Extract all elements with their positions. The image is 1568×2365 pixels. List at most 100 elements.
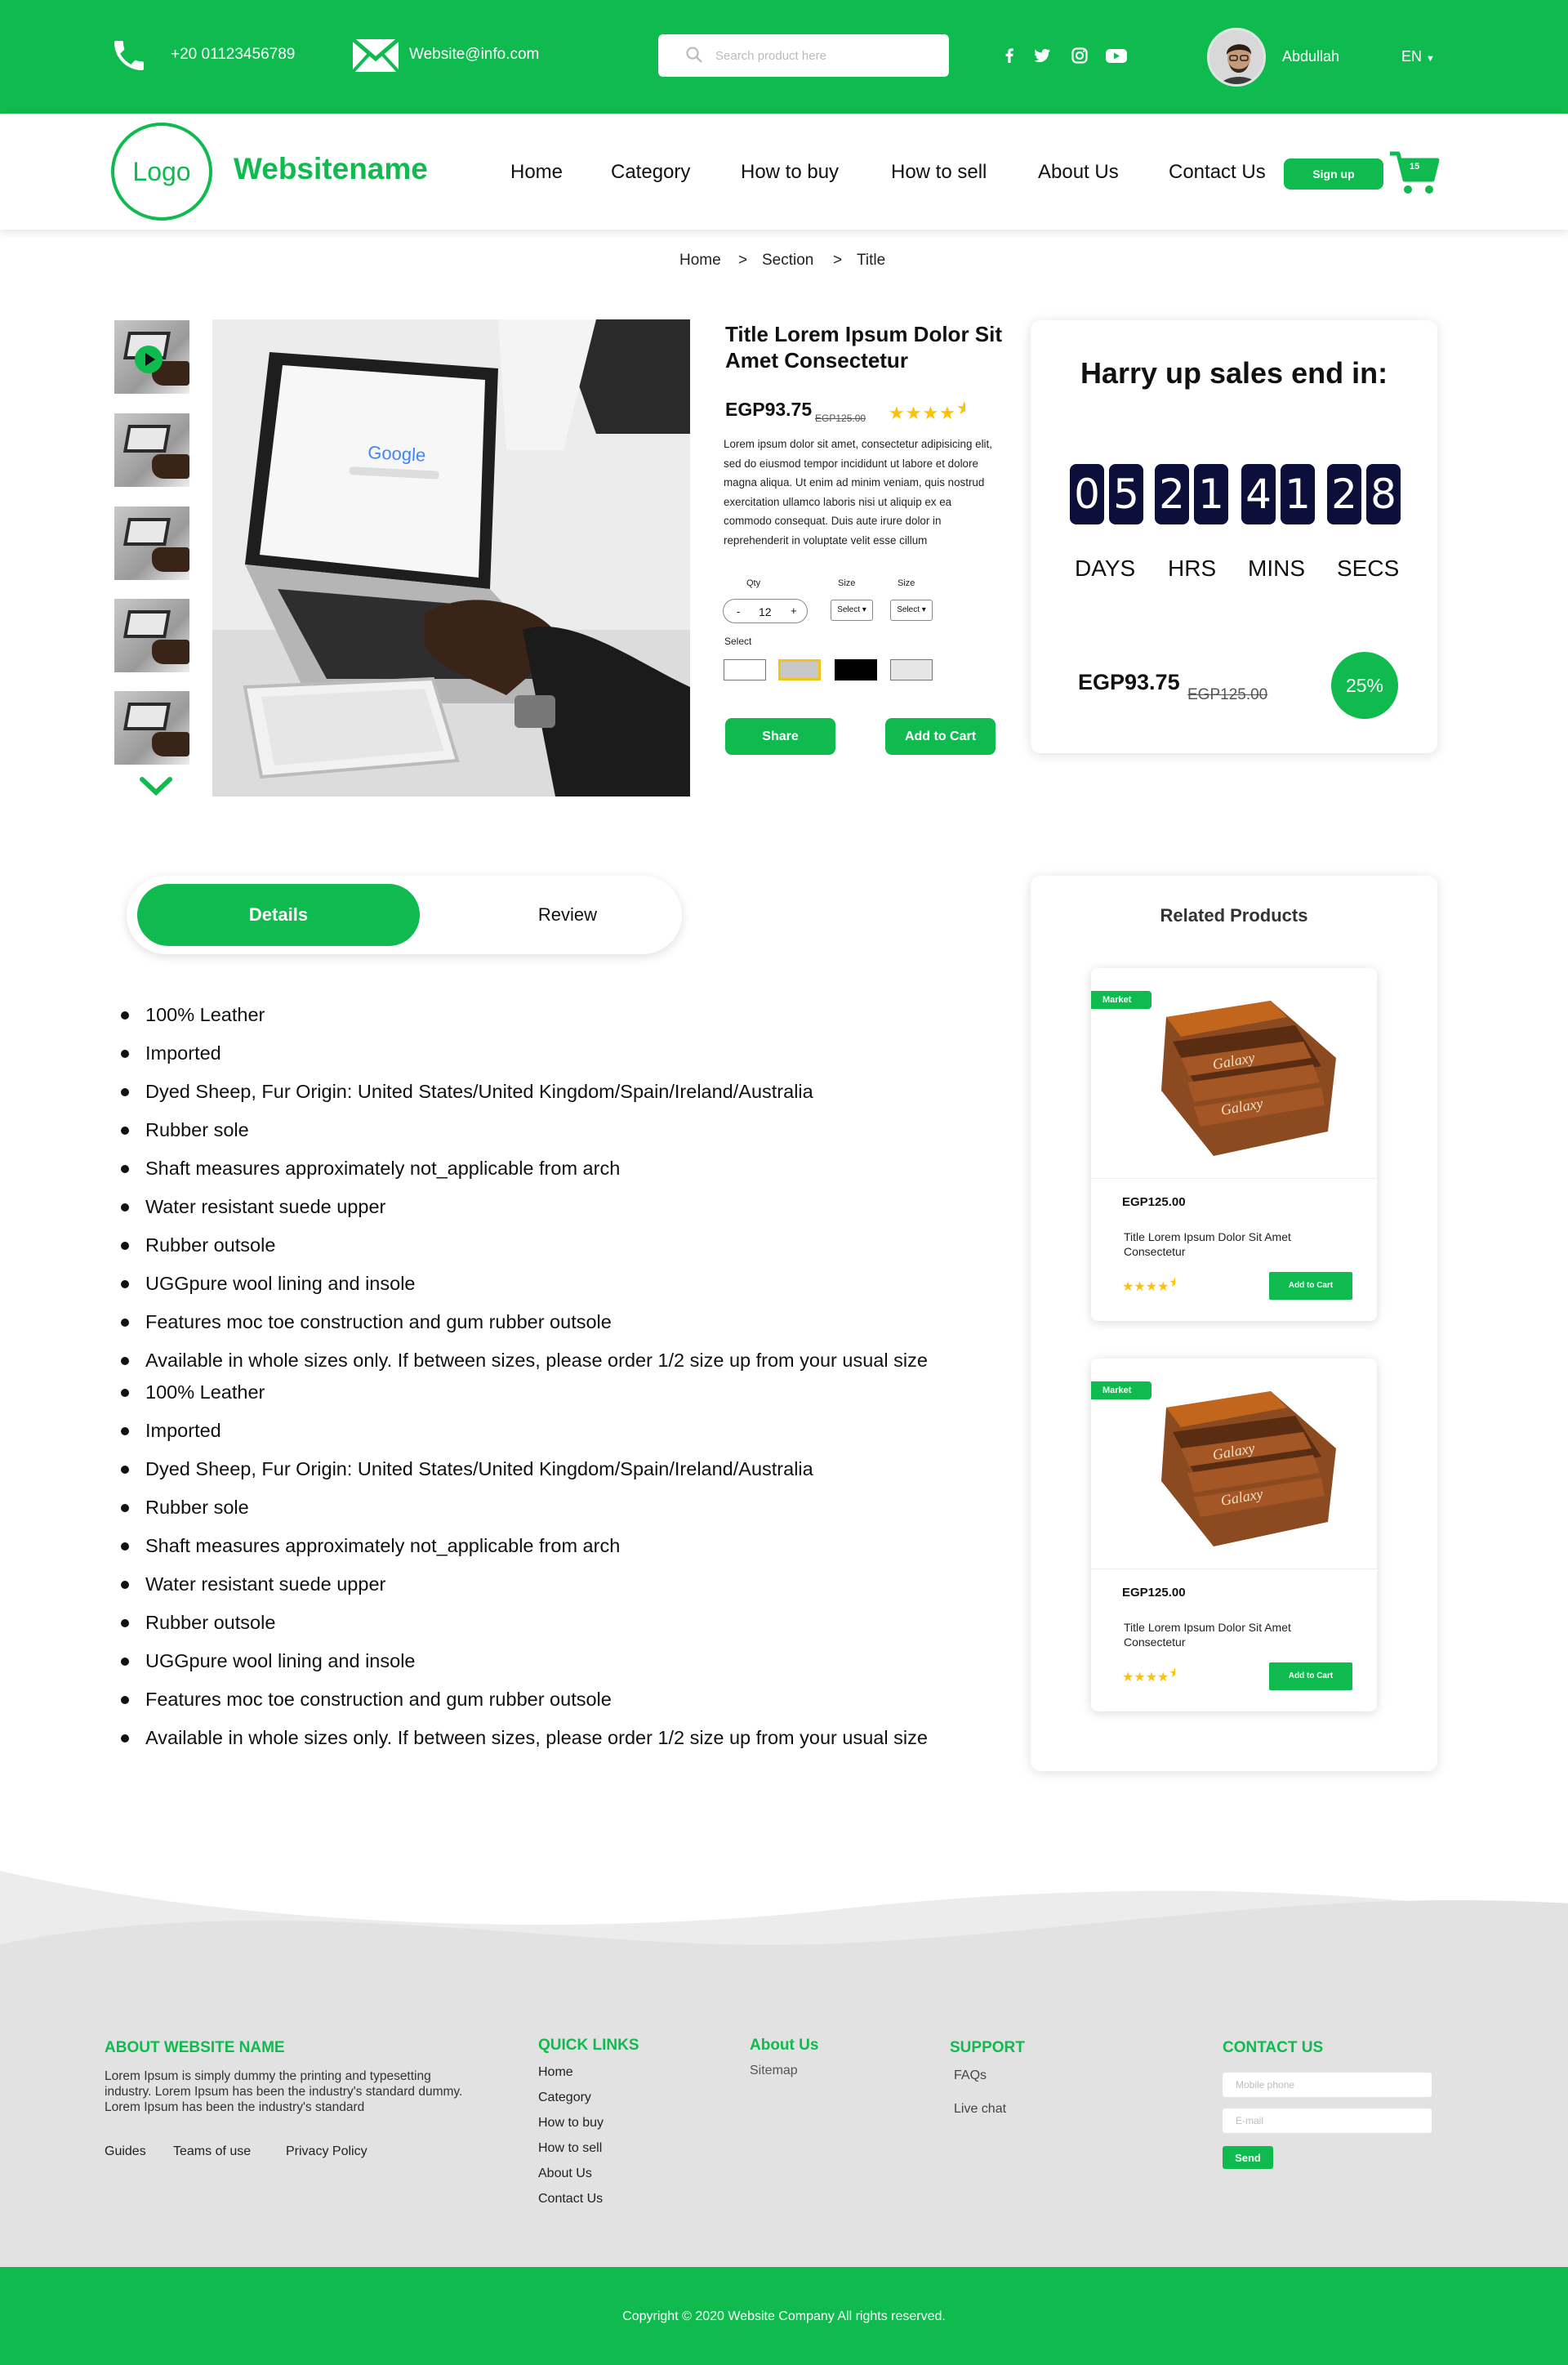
bullet-icon <box>121 1619 129 1627</box>
share-button[interactable]: Share <box>725 718 835 755</box>
top-bar: +20 01123456789 Website@info.com Search … <box>0 0 1568 114</box>
footer-quick-link[interactable]: How to sell <box>538 2141 602 2156</box>
footer-link-terms[interactable]: Teams of use <box>173 2144 251 2159</box>
thumbnail-laptop-screen <box>123 518 171 546</box>
language-selector[interactable]: EN ▼ <box>1401 48 1435 65</box>
signup-button[interactable]: Sign up <box>1284 158 1383 190</box>
product-old-price: EGP125.00 <box>815 413 866 424</box>
related-product-title[interactable]: Title Lorem Ipsum Dolor Sit Amet Consect… <box>1124 1620 1312 1649</box>
bullet-icon <box>121 1542 129 1551</box>
thumbnail-hands <box>152 454 189 479</box>
countdown-old-price: EGP125.00 <box>1187 686 1268 703</box>
size-select[interactable]: Select ▾ <box>890 600 933 621</box>
related-add-to-cart-button[interactable]: Add to Cart <box>1269 1662 1352 1690</box>
avatar[interactable] <box>1207 28 1266 87</box>
color-select-label: Select <box>724 636 752 647</box>
feature-item: 100% Leather <box>145 1381 265 1403</box>
product-thumbnail[interactable] <box>114 413 189 487</box>
breadcrumb-separator: > <box>833 252 843 269</box>
color-swatch-white[interactable] <box>724 659 766 680</box>
product-thumbnail[interactable] <box>114 691 189 765</box>
color-swatch-black[interactable] <box>835 659 877 680</box>
nav-link-category[interactable]: Category <box>611 161 690 184</box>
svg-text:Google: Google <box>368 442 426 466</box>
youtube-icon[interactable] <box>1104 46 1129 65</box>
feature-item: Shaft measures approximately not_applica… <box>145 1535 621 1556</box>
twitter-icon[interactable] <box>1032 46 1052 65</box>
related-product-title[interactable]: Title Lorem Ipsum Dolor Sit Amet Consect… <box>1124 1229 1312 1259</box>
site-name[interactable]: Websitename <box>234 152 428 186</box>
product-main-image: Google <box>212 319 690 797</box>
feature-item: Shaft measures approximately not_applica… <box>145 1158 621 1179</box>
feature-item: Rubber sole <box>145 1119 249 1140</box>
user-name[interactable]: Abdullah <box>1282 48 1339 65</box>
footer-quick-link[interactable]: About Us <box>538 2166 592 2181</box>
nav-link-contact-us[interactable]: Contact Us <box>1169 161 1266 184</box>
color-swatch-gray-selected[interactable] <box>778 659 821 680</box>
breadcrumb-home[interactable]: Home <box>679 252 721 270</box>
send-button[interactable]: Send <box>1223 2146 1273 2169</box>
logo[interactable]: Logo <box>111 123 212 221</box>
countdown-digit: 0 <box>1070 464 1104 524</box>
feature-item: Available in whole sizes only. If betwee… <box>145 1350 928 1371</box>
email-address: Website@info.com <box>409 46 540 63</box>
breadcrumb-current: Title <box>857 252 886 269</box>
product-thumbnail[interactable] <box>114 599 189 672</box>
product-thumbnail[interactable] <box>114 506 189 580</box>
tab-details[interactable]: Details <box>137 884 420 946</box>
thumbnail-hands <box>152 732 189 756</box>
qty-label: Qty <box>746 578 761 588</box>
bullet-icon <box>121 1658 129 1666</box>
footer-quick-link[interactable]: Home <box>538 2065 573 2080</box>
related-product-card[interactable]: Galaxy Galaxy Market EGP125.00 Title Lor… <box>1091 1359 1377 1711</box>
size-select[interactable]: Select ▾ <box>831 600 873 621</box>
product-thumbnail-video[interactable] <box>114 320 189 394</box>
bullet-icon <box>121 1504 129 1512</box>
nav-link-how-to-buy[interactable]: How to buy <box>741 161 839 184</box>
email-input[interactable] <box>1223 2108 1432 2133</box>
half-star-icon: ★ <box>1169 1276 1176 1290</box>
feature-item: Rubber sole <box>145 1497 249 1518</box>
nav-link-home[interactable]: Home <box>510 161 563 184</box>
bullet-icon <box>121 1734 129 1743</box>
mobile-phone-input[interactable] <box>1223 2073 1432 2097</box>
footer-quick-link[interactable]: Contact Us <box>538 2192 603 2207</box>
feature-item: UGGpure wool lining and insole <box>145 1650 416 1671</box>
qty-minus-button[interactable]: - <box>737 605 740 618</box>
language-code: EN <box>1401 48 1423 65</box>
footer-link-privacy[interactable]: Privacy Policy <box>286 2144 368 2159</box>
footer-quick-link[interactable]: How to buy <box>538 2116 604 2131</box>
bullet-icon <box>121 1357 129 1365</box>
related-product-card[interactable]: Galaxy Galaxy Market EGP125.00 Title Lor… <box>1091 968 1377 1321</box>
footer-link-guides[interactable]: Guides <box>105 2144 146 2159</box>
product-title: Title Lorem Ipsum Dolor Sit Amet Consect… <box>725 322 1003 373</box>
quantity-stepper[interactable]: - 12 + <box>723 599 808 623</box>
footer-link-sitemap[interactable]: Sitemap <box>750 2064 798 2078</box>
add-to-cart-button[interactable]: Add to Cart <box>885 718 996 755</box>
countdown-digit: 1 <box>1281 464 1315 524</box>
instagram-icon[interactable] <box>1070 46 1089 65</box>
product-rating-stars: ★★★★★ <box>889 398 965 423</box>
feature-item: Imported <box>145 1420 221 1441</box>
cart-button[interactable]: 15 <box>1388 149 1441 198</box>
feature-item: Water resistant suede upper <box>145 1573 386 1595</box>
nav-link-how-to-sell[interactable]: How to sell <box>891 161 987 184</box>
related-add-to-cart-button[interactable]: Add to Cart <box>1269 1272 1352 1300</box>
qty-plus-button[interactable]: + <box>791 605 797 617</box>
color-swatch-light-gray[interactable] <box>890 659 933 680</box>
size-label: Size <box>898 578 915 588</box>
footer-link-faqs[interactable]: FAQs <box>954 2068 987 2083</box>
footer-quick-link[interactable]: Category <box>538 2091 591 2105</box>
chevron-down-icon[interactable] <box>139 776 173 797</box>
breadcrumb-section[interactable]: Section <box>762 252 813 270</box>
half-star-icon: ★ <box>1169 1667 1176 1680</box>
countdown-digit: 2 <box>1155 464 1189 524</box>
search-icon <box>686 47 702 63</box>
qty-value[interactable]: 12 <box>759 605 772 618</box>
footer-link-live-chat[interactable]: Live chat <box>954 2102 1006 2117</box>
bullet-icon <box>121 1466 129 1474</box>
chevron-down-icon: ▾ <box>921 605 926 614</box>
facebook-icon[interactable] <box>1000 46 1019 65</box>
nav-link-about-us[interactable]: About Us <box>1038 161 1119 184</box>
tab-review[interactable]: Review <box>474 884 662 946</box>
